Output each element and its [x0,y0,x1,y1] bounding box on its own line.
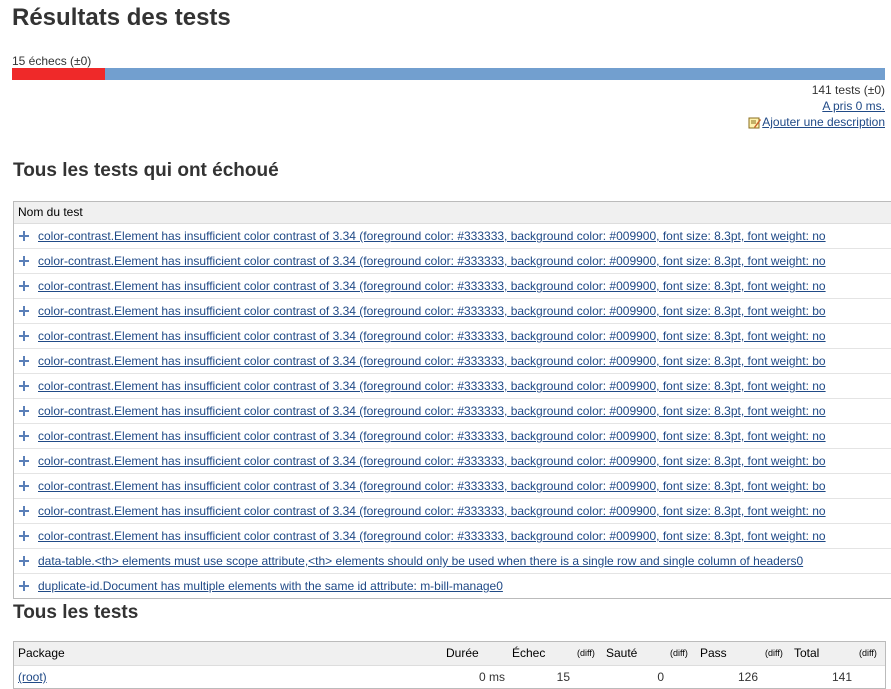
failed-test-link[interactable]: color-contrast.Element has insufficient … [38,429,826,443]
failed-test-row: duplicate-id.Document has multiple eleme… [14,574,891,598]
total-header[interactable]: Total [794,642,819,665]
skip-diff-header: (diff) [670,648,688,658]
failed-test-link[interactable]: data-table.<th> elements must use scope … [38,554,803,568]
expand-plus-icon[interactable] [19,256,29,266]
failed-test-row: color-contrast.Element has insufficient … [14,349,891,374]
expand-plus-icon[interactable] [19,381,29,391]
fail-value: 15 [556,670,570,684]
failed-test-link[interactable]: color-contrast.Element has insufficient … [38,354,826,368]
failed-test-link[interactable]: color-contrast.Element has insufficient … [38,504,826,518]
expand-plus-icon[interactable] [19,481,29,491]
duration-value: 0 ms [478,670,505,684]
all-tests-heading: Tous les tests [13,602,139,623]
duration-header[interactable]: Durée [446,642,479,665]
expand-plus-icon[interactable] [19,281,29,291]
all-tests-table: Package Durée Échec (diff) Sauté (diff) … [13,641,886,689]
fail-diff-header: (diff) [577,648,595,658]
expand-plus-icon[interactable] [19,331,29,341]
total-value: 141 [831,670,852,684]
expand-plus-icon[interactable] [19,231,29,241]
failed-test-row: color-contrast.Element has insufficient … [14,249,891,274]
failed-test-link[interactable]: color-contrast.Element has insufficient … [38,454,826,468]
failed-test-link[interactable]: color-contrast.Element has insufficient … [38,479,826,493]
fail-header[interactable]: Échec [512,642,545,665]
skip-value: 0 [657,670,664,684]
duration-link[interactable]: A pris 0 ms. [822,99,885,113]
edit-note-icon [748,117,762,128]
table-row: (root) 0 ms 15 0 126 141 [14,666,885,688]
page-title: Résultats des tests [12,4,231,31]
failure-count: 15 échecs (±0) [12,54,92,68]
skip-header[interactable]: Sauté [606,642,637,665]
expand-plus-icon[interactable] [19,506,29,516]
expand-plus-icon[interactable] [19,556,29,566]
failure-bar-segment [12,68,105,80]
pass-header[interactable]: Pass [700,642,727,665]
package-link[interactable]: (root) [18,670,47,684]
expand-plus-icon[interactable] [19,406,29,416]
failed-test-row: data-table.<th> elements must use scope … [14,549,891,574]
failed-test-link[interactable]: duplicate-id.Document has multiple eleme… [38,579,503,593]
expand-plus-icon[interactable] [19,431,29,441]
pass-diff-header: (diff) [765,648,783,658]
failed-tests-heading: Tous les tests qui ont échoué [13,160,279,181]
all-tests-header-row: Package Durée Échec (diff) Sauté (diff) … [14,642,885,666]
failed-test-row: color-contrast.Element has insufficient … [14,274,891,299]
failed-test-row: color-contrast.Element has insufficient … [14,474,891,499]
failed-test-row: color-contrast.Element has insufficient … [14,324,891,349]
expand-plus-icon[interactable] [19,306,29,316]
expand-plus-icon[interactable] [19,456,29,466]
test-name-column-header: Nom du test [14,202,891,224]
pass-value: 126 [737,670,758,684]
failed-test-link[interactable]: color-contrast.Element has insufficient … [38,404,826,418]
failed-test-row: color-contrast.Element has insufficient … [14,499,891,524]
failed-test-row: color-contrast.Element has insufficient … [14,224,891,249]
expand-plus-icon[interactable] [19,581,29,591]
failed-test-row: color-contrast.Element has insufficient … [14,299,891,324]
failed-test-row: color-contrast.Element has insufficient … [14,374,891,399]
failed-test-link[interactable]: color-contrast.Element has insufficient … [38,329,826,343]
failed-test-link[interactable]: color-contrast.Element has insufficient … [38,229,826,243]
failed-test-link[interactable]: color-contrast.Element has insufficient … [38,254,826,268]
total-diff-header: (diff) [859,648,877,658]
failed-test-row: color-contrast.Element has insufficient … [14,524,891,549]
package-header[interactable]: Package [18,642,65,665]
failed-test-link[interactable]: color-contrast.Element has insufficient … [38,379,826,393]
expand-plus-icon[interactable] [19,356,29,366]
expand-plus-icon[interactable] [19,531,29,541]
failed-test-link[interactable]: color-contrast.Element has insufficient … [38,304,826,318]
failed-tests-table: Nom du test color-contrast.Element has i… [13,201,891,599]
add-description[interactable]: Ajouter une description [748,115,885,129]
add-description-link[interactable]: Ajouter une description [762,115,885,129]
total-tests: 141 tests (±0) [811,83,885,97]
failed-test-row: color-contrast.Element has insufficient … [14,424,891,449]
failed-test-link[interactable]: color-contrast.Element has insufficient … [38,279,826,293]
test-result-bar [12,68,885,80]
failed-test-row: color-contrast.Element has insufficient … [14,449,891,474]
failed-test-row: color-contrast.Element has insufficient … [14,399,891,424]
failed-test-link[interactable]: color-contrast.Element has insufficient … [38,529,826,543]
